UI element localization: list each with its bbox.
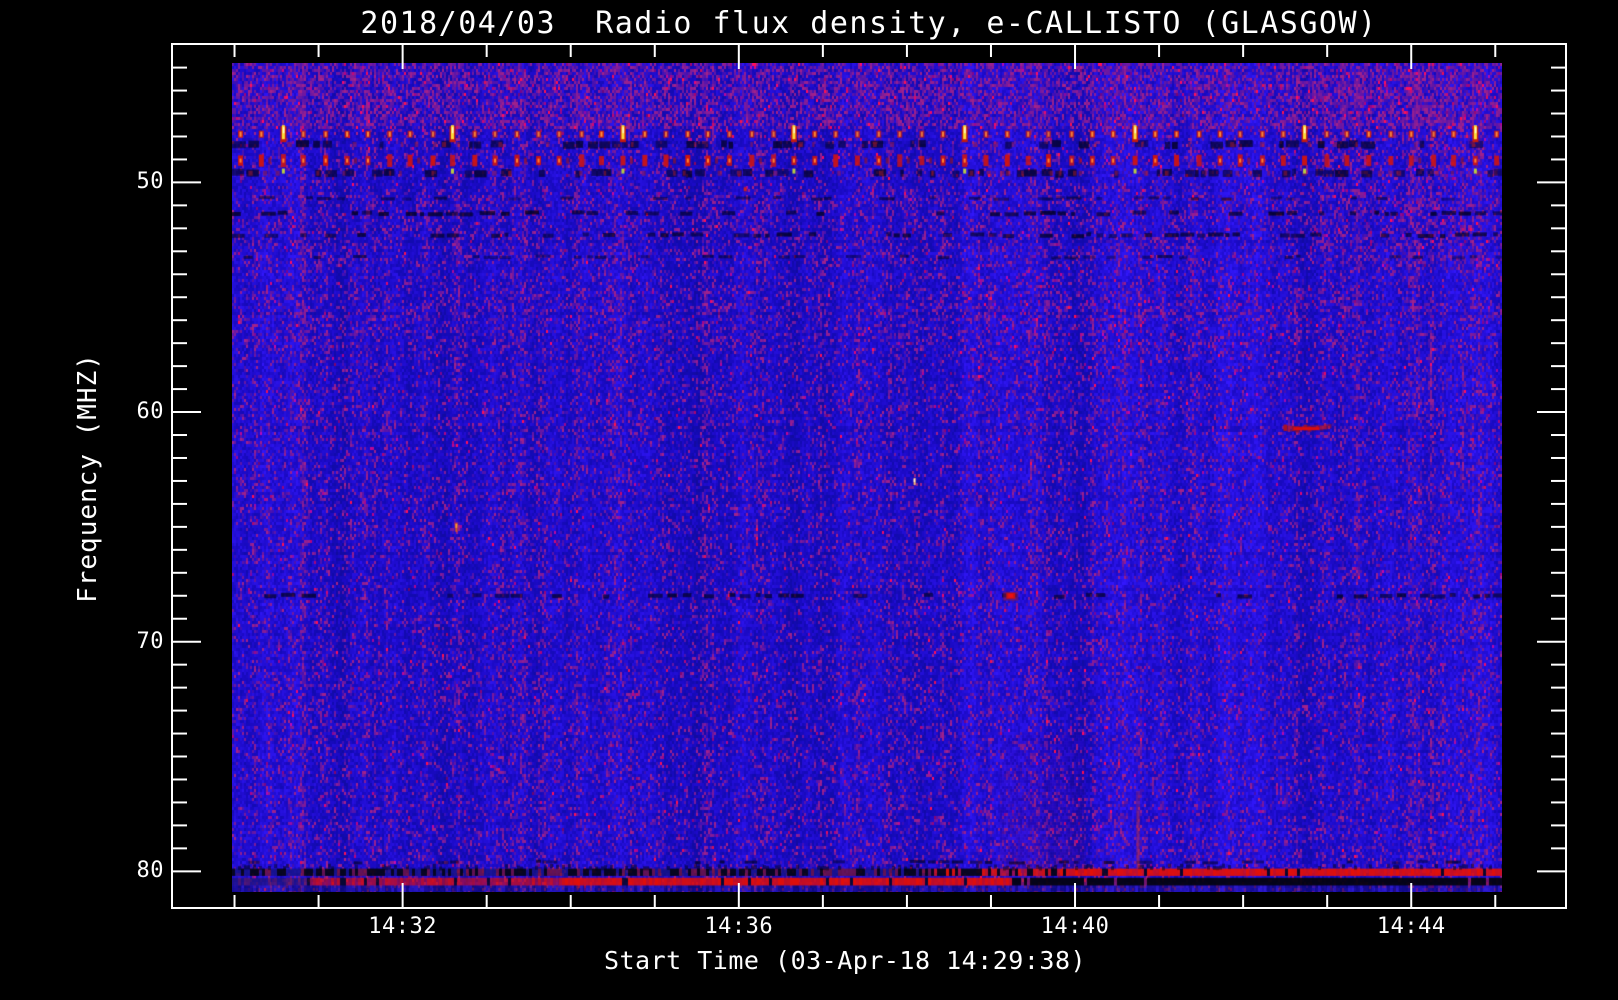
- x-tick-label: 14:32: [368, 914, 437, 939]
- y-axis-label: Frequency (MHZ): [73, 353, 103, 603]
- y-tick-label: 70: [136, 628, 164, 654]
- y-tick-label: 60: [136, 399, 164, 425]
- x-tick-label: 14:44: [1376, 914, 1446, 939]
- x-axis-label: Start Time (03-Apr-18 14:29:38): [603, 946, 1087, 975]
- y-tick-label: 80: [136, 858, 164, 884]
- x-tick-label: 14:36: [704, 914, 774, 939]
- spectrogram-page: 2018/04/03 Radio flux density, e-CALLIST…: [0, 0, 1618, 1000]
- x-tick-label: 14:40: [1040, 914, 1110, 939]
- y-tick-label: 50: [136, 169, 164, 195]
- axes-frame: [171, 43, 1567, 909]
